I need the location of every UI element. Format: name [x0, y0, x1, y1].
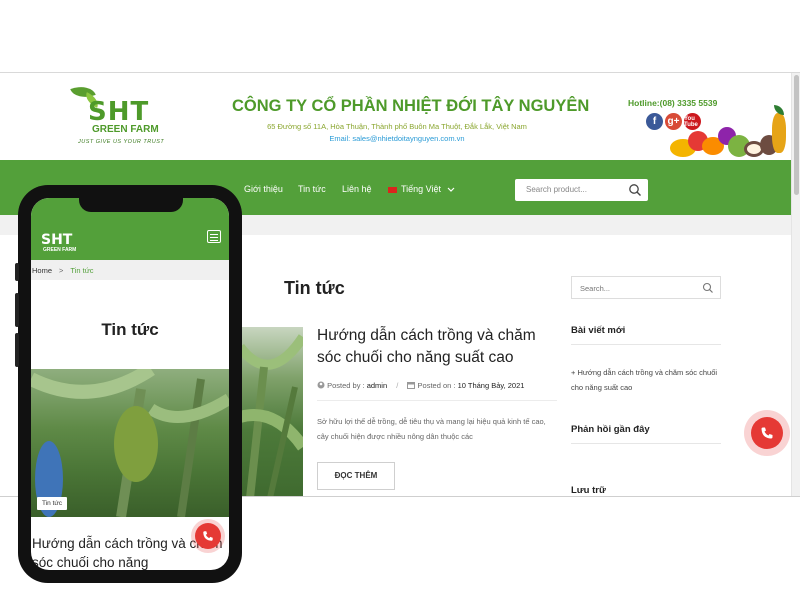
post-thumbnail[interactable]: [240, 327, 303, 496]
divider: [317, 400, 557, 401]
page-scrollbar[interactable]: [791, 73, 800, 496]
recent-comments-heading: Phản hồi gần đây: [571, 424, 650, 435]
breadcrumb-separator: >: [59, 266, 64, 275]
phone-icon: [195, 523, 221, 549]
logo-tagline: JUST GIVE US YOUR TRUST: [78, 139, 165, 145]
post-title[interactable]: Hướng dẫn cách trồng và chăm sóc chuối c…: [317, 325, 557, 369]
phone-side-button: [15, 293, 19, 327]
phone-side-button: [15, 263, 19, 281]
divider: [571, 443, 721, 444]
posted-by-label: Posted by :: [327, 381, 365, 390]
recent-post-link[interactable]: + Hướng dẫn cách trồng và chăm sóc chuối…: [571, 365, 721, 395]
post-meta: Posted by : admin / Posted on : 10 Tháng…: [317, 381, 524, 390]
logo-subtitle: GREEN FARM: [92, 124, 159, 135]
mobile-phone-mockup: SHT GREEN FARM Home > Tin tức Tin tức Ti…: [15, 185, 242, 583]
archives-heading: Lưu trữ: [571, 485, 606, 496]
search-icon[interactable]: [702, 282, 714, 294]
phone-icon: [751, 417, 783, 449]
post-date: 10 Tháng Bảy, 2021: [457, 381, 525, 390]
post-excerpt: Sở hữu lợi thế dễ trồng, dễ tiêu thụ và …: [317, 417, 546, 441]
post-author[interactable]: admin: [367, 381, 387, 390]
read-more-button[interactable]: ĐỌC THÊM: [317, 462, 395, 490]
logo-text: SHT: [88, 97, 150, 127]
mobile-page-title: Tin tức: [101, 320, 159, 339]
nav-item-gioi-thieu[interactable]: Giới thiệu: [244, 184, 283, 194]
mobile-post-thumbnail[interactable]: Tin tức: [31, 369, 229, 517]
banana-tree-image: [31, 369, 229, 517]
call-button[interactable]: [744, 410, 790, 456]
screenshot-stage: SHT GREEN FARM JUST GIVE US YOUR TRUST C…: [0, 0, 800, 602]
product-search-input[interactable]: Search product...: [515, 179, 648, 201]
chevron-down-icon: [447, 187, 454, 192]
language-switcher[interactable]: Tiếng Việt: [388, 184, 455, 194]
fruit-basket-image: [662, 105, 792, 160]
company-email[interactable]: Email: sales@nhietdoitaynguyen.com.vn: [232, 134, 562, 143]
company-name: CÔNG TY CỔ PHẦN NHIỆT ĐỚI TÂY NGUYÊN: [232, 97, 590, 115]
posted-on-label: Posted on :: [417, 381, 456, 390]
mobile-call-button[interactable]: [191, 519, 225, 553]
recent-post-title[interactable]: Hướng dẫn cách trồng và chăm sóc chuối c…: [571, 368, 717, 392]
breadcrumb-current: Tin tức: [70, 266, 94, 275]
search-placeholder: Search product...: [526, 185, 587, 194]
facebook-icon[interactable]: f: [646, 113, 663, 130]
breadcrumb: Home > Tin tức: [31, 260, 229, 280]
company-address: 65 Đường số 11A, Hòa Thuận, Thành phố Bu…: [267, 122, 527, 131]
user-icon: [317, 381, 325, 389]
site-header: SHT GREEN FARM JUST GIVE US YOUR TRUST C…: [0, 73, 791, 160]
recent-posts-heading: Bài viết mới: [571, 325, 626, 336]
search-placeholder: Search...: [580, 284, 611, 293]
breadcrumb-home[interactable]: Home: [32, 266, 52, 275]
sidebar-search-input[interactable]: Search...: [571, 276, 721, 299]
mobile-logo[interactable]: SHT: [41, 232, 72, 248]
vietnam-flag-icon: [388, 186, 397, 193]
hamburger-menu-icon[interactable]: [207, 230, 221, 243]
phone-notch: [79, 198, 183, 212]
scrollbar-thumb[interactable]: [794, 75, 799, 195]
company-info: CÔNG TY CỔ PHẦN NHIỆT ĐỚI TÂY NGUYÊN 65 …: [232, 97, 590, 143]
phone-side-button: [15, 333, 19, 367]
calendar-icon: [407, 382, 416, 389]
site-logo[interactable]: SHT GREEN FARM JUST GIVE US YOUR TRUST: [70, 81, 180, 149]
language-label: Tiếng Việt: [401, 184, 442, 194]
divider: [571, 344, 721, 345]
nav-item-tin-tuc[interactable]: Tin tức: [298, 184, 326, 194]
nav-item-lien-he[interactable]: Liên hệ: [342, 184, 372, 194]
mobile-logo-subtitle: GREEN FARM: [43, 247, 77, 253]
page-title: Tin tức: [284, 278, 345, 298]
banana-leaves-image: [240, 334, 303, 496]
category-tag[interactable]: Tin tức: [37, 497, 68, 510]
mobile-screen: SHT GREEN FARM Home > Tin tức Tin tức Ti…: [31, 198, 229, 570]
search-icon[interactable]: [628, 183, 642, 197]
